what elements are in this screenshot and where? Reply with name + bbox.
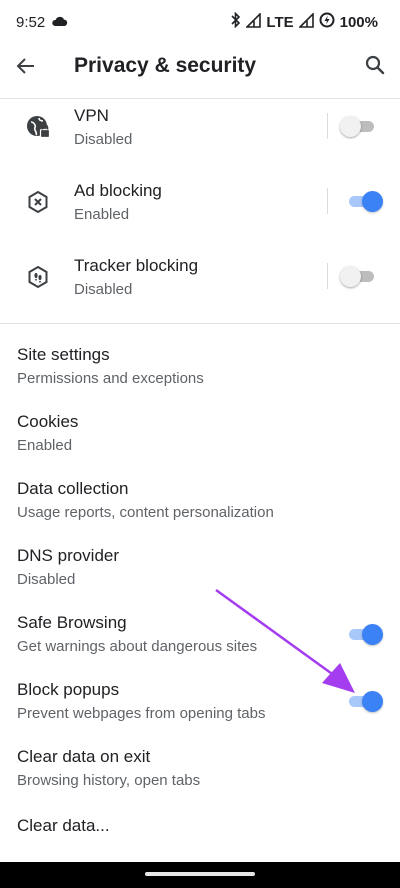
cookies-subtitle: Enabled	[17, 437, 73, 454]
tracker-blocking-switch[interactable]	[340, 264, 376, 288]
navigation-bar	[0, 862, 400, 888]
page-title: Privacy & security	[74, 54, 257, 77]
dns-provider-title: DNS provider	[17, 546, 120, 565]
ad-blocking-title: Ad blocking	[74, 181, 162, 200]
status-time: 9:52	[16, 13, 46, 31]
cloud-icon	[51, 14, 68, 31]
clear-data-title: Clear data...	[17, 816, 110, 835]
block-popups-title: Block popups	[17, 680, 120, 699]
data-collection-item[interactable]: Data collection Usage reports, content p…	[0, 474, 400, 541]
site-settings-item[interactable]: Site settings Permissions and exceptions	[0, 340, 400, 407]
row-divider	[327, 188, 328, 214]
section-divider	[0, 323, 400, 324]
safe-browsing-switch[interactable]	[347, 622, 383, 646]
footprints-icon	[24, 263, 52, 291]
vpn-title: VPN	[74, 106, 109, 125]
safe-browsing-subtitle: Get warnings about dangerous sites	[17, 638, 258, 655]
row-divider	[327, 113, 328, 139]
network-type: LTE	[266, 13, 294, 31]
home-gesture-handle[interactable]	[145, 872, 255, 876]
clear-data-on-exit-subtitle: Browsing history, open tabs	[17, 772, 201, 789]
vpn-status: Disabled	[74, 131, 133, 148]
clear-data-item[interactable]: Clear data...	[0, 809, 400, 857]
data-collection-title: Data collection	[17, 479, 129, 498]
ad-blocking-row[interactable]: Ad blocking Enabled	[0, 175, 400, 249]
safe-browsing-title: Safe Browsing	[17, 613, 127, 632]
dns-provider-subtitle: Disabled	[17, 571, 76, 588]
block-popups-switch[interactable]	[347, 689, 383, 713]
vpn-row[interactable]: VPN Disabled	[0, 100, 400, 174]
search-icon	[365, 55, 385, 75]
block-popups-subtitle: Prevent webpages from opening tabs	[17, 705, 266, 722]
tracker-blocking-status: Disabled	[74, 281, 133, 298]
search-button[interactable]	[362, 52, 388, 78]
app-bar: Privacy & security	[0, 44, 400, 88]
back-button[interactable]	[13, 53, 39, 79]
arrow-left-icon	[16, 58, 34, 74]
globe-lock-icon	[24, 113, 52, 141]
status-bar: 9:52 LTE 100%	[0, 0, 400, 44]
block-popups-item[interactable]: Block popups Prevent webpages from openi…	[0, 675, 400, 742]
bluetooth-icon	[230, 11, 241, 32]
dns-provider-item[interactable]: DNS provider Disabled	[0, 541, 400, 608]
tracker-blocking-title: Tracker blocking	[74, 256, 199, 275]
ad-block-icon	[24, 188, 52, 216]
signal-icon	[245, 11, 262, 32]
site-settings-title: Site settings	[17, 345, 110, 364]
ad-blocking-status: Enabled	[74, 206, 130, 223]
tracker-blocking-row[interactable]: Tracker blocking Disabled	[0, 250, 400, 324]
ad-blocking-switch[interactable]	[347, 189, 383, 213]
battery-level: 100%	[339, 13, 378, 31]
row-divider	[327, 263, 328, 289]
clear-data-on-exit-item[interactable]: Clear data on exit Browsing history, ope…	[0, 742, 400, 809]
cookies-item[interactable]: Cookies Enabled	[0, 407, 400, 474]
safe-browsing-item[interactable]: Safe Browsing Get warnings about dangero…	[0, 608, 400, 675]
site-settings-subtitle: Permissions and exceptions	[17, 370, 204, 387]
battery-saver-icon	[319, 12, 335, 32]
vpn-switch[interactable]	[340, 114, 376, 138]
cookies-title: Cookies	[17, 412, 79, 431]
data-collection-subtitle: Usage reports, content personalization	[17, 504, 274, 521]
signal-icon	[297, 11, 314, 32]
clear-data-on-exit-title: Clear data on exit	[17, 747, 151, 766]
app-bar-divider	[0, 98, 400, 99]
